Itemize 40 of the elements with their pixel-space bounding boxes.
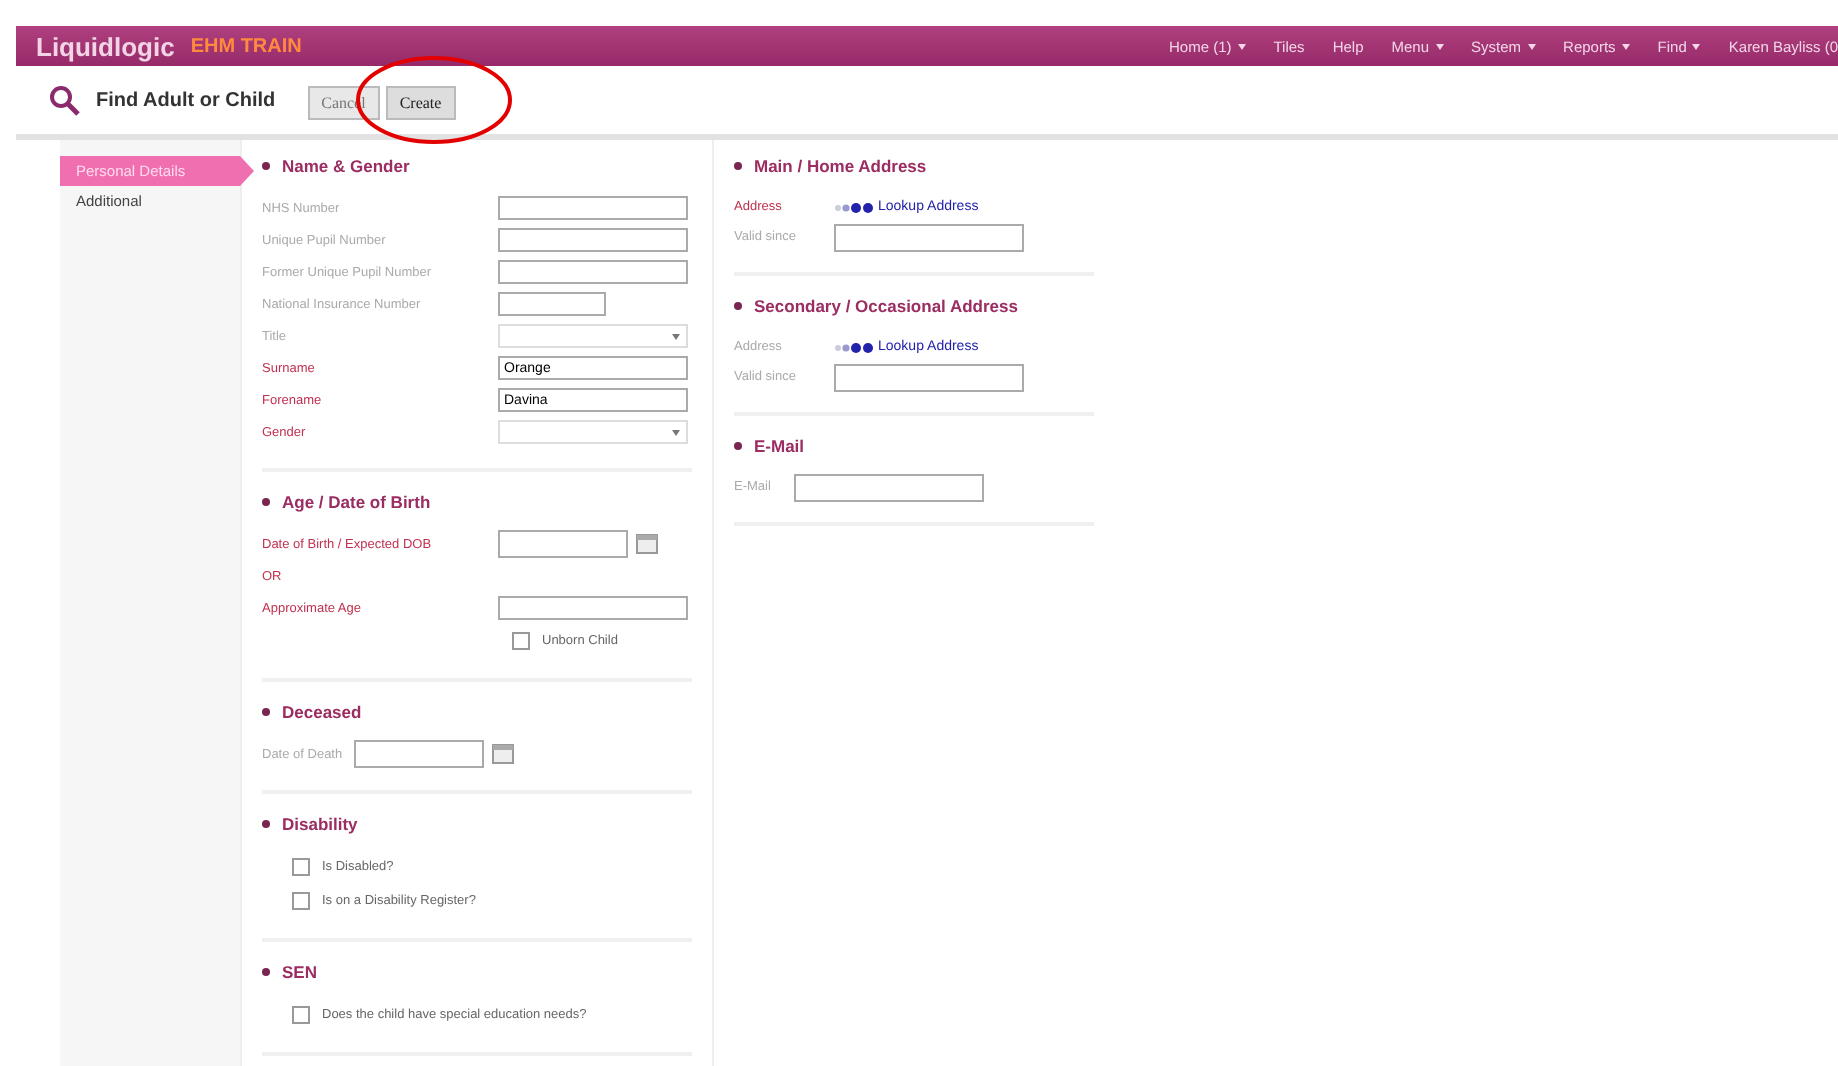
caret-icon [672, 430, 680, 436]
environment-label: EHM TRAIN [190, 35, 302, 57]
section-heading: Name & Gender [262, 156, 692, 176]
caret-icon [1692, 43, 1701, 49]
input-field[interactable] [498, 260, 688, 284]
caret-icon [1237, 43, 1246, 49]
search-icon [48, 84, 80, 116]
email-field[interactable] [794, 473, 984, 501]
date-field[interactable] [498, 530, 628, 558]
section-heading: SEN [262, 962, 692, 982]
checkbox[interactable] [512, 632, 530, 650]
caret-icon [672, 334, 680, 340]
section-heading: Disability [262, 814, 692, 834]
section-heading: Secondary / Occasional Address [734, 296, 1094, 316]
date-field[interactable] [354, 740, 485, 768]
brand-logo: Liquidlogic [36, 31, 175, 61]
checkbox[interactable] [292, 858, 310, 876]
caret-icon [1621, 43, 1630, 49]
dropdown-field[interactable] [498, 324, 688, 348]
section-heading: E-Mail [734, 436, 1094, 456]
caret-icon [1435, 43, 1444, 49]
dropdown-field[interactable] [498, 420, 688, 444]
calendar-icon[interactable] [636, 534, 658, 554]
input-field[interactable] [498, 228, 688, 252]
input-field[interactable] [498, 292, 606, 316]
calendar-icon[interactable] [492, 744, 515, 764]
section-heading: Main / Home Address [734, 156, 1094, 176]
dots-icon [834, 341, 874, 353]
date-field[interactable] [834, 363, 1024, 391]
page-title: Find Adult or Child [96, 89, 276, 111]
section-heading: Age / Date of Birth [262, 492, 692, 512]
caret-icon [1527, 43, 1536, 49]
checkbox[interactable] [292, 1006, 310, 1024]
input-field[interactable] [498, 196, 688, 220]
checkbox[interactable] [292, 892, 310, 910]
toolbar-button[interactable]: Create [385, 85, 456, 119]
date-field[interactable] [834, 223, 1024, 251]
dots-icon [834, 201, 874, 213]
input-field[interactable] [498, 596, 688, 620]
section-heading: Deceased [262, 702, 692, 722]
